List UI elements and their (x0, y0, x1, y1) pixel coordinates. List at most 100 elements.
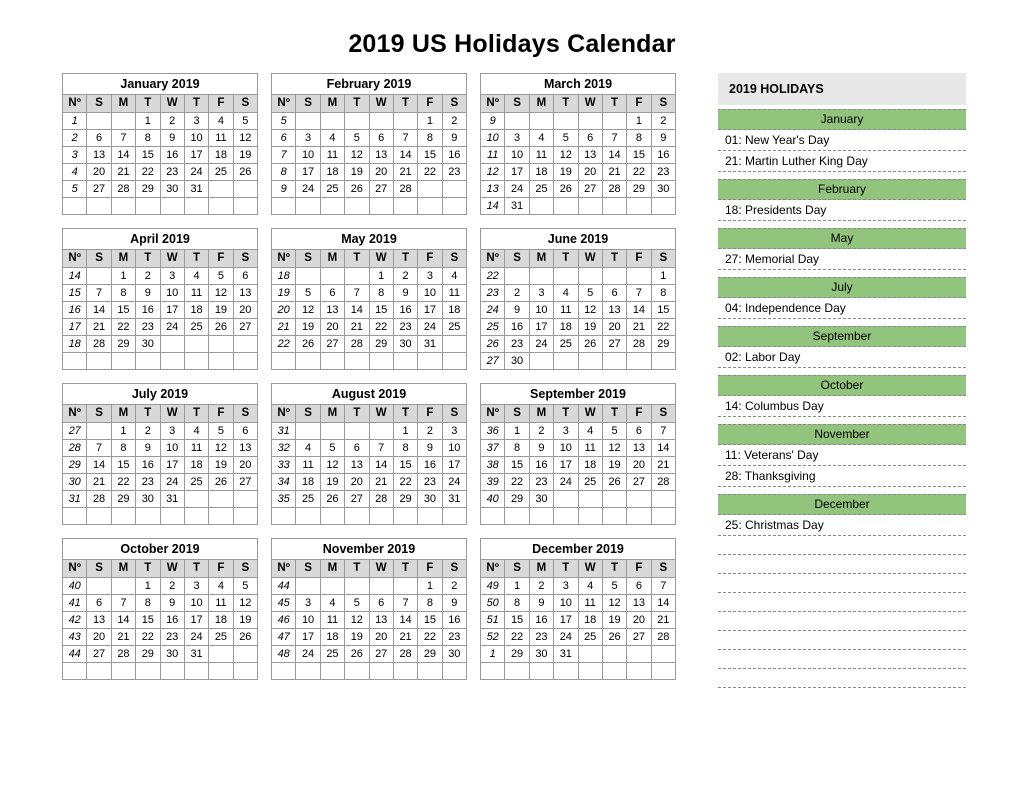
weekday-header: T (183, 94, 210, 113)
day-cell (601, 352, 628, 370)
day-cell (295, 267, 321, 285)
day-cell: 21 (344, 318, 370, 336)
week-number-cell (479, 507, 506, 525)
week-row: 4 20 21 22 23 24 25 26 (61, 163, 259, 181)
day-cell: 18 (295, 473, 321, 491)
week-number-cell (270, 507, 297, 525)
weekday-header: M (319, 94, 346, 113)
week-row: 28 7 8 9 10 11 12 13 (61, 439, 259, 457)
day-cell: 30 (135, 335, 161, 353)
week-row: 47 17 18 19 20 21 22 23 (270, 628, 468, 646)
day-cell: 19 (553, 163, 579, 181)
week-row: 23 2 3 4 5 6 7 8 (479, 284, 677, 302)
day-cell (626, 490, 652, 508)
weekday-header: S (295, 559, 321, 578)
day-cell: 4 (577, 577, 603, 595)
week-row (479, 662, 677, 680)
week-number-cell: 23 (479, 284, 506, 302)
day-cell (110, 197, 137, 215)
week-number-cell: 43 (61, 628, 88, 646)
day-cell (441, 335, 468, 353)
day-cell: 5 (601, 577, 628, 595)
weekday-header: F (626, 94, 652, 113)
month-table: May 2019 Nº S M T W T F S 18 1 2 3 4 19 5 6 7 8 9 10 11 20 12 13… (270, 228, 468, 370)
week-number-cell: 25 (479, 318, 506, 336)
day-cell (208, 645, 234, 663)
day-cell (417, 352, 443, 370)
day-cell (86, 197, 112, 215)
day-cell: 19 (601, 611, 628, 629)
day-cell (159, 662, 185, 680)
day-cell: 17 (504, 163, 530, 181)
day-cell: 17 (528, 318, 555, 336)
day-cell (208, 180, 234, 198)
weekday-header: T (392, 94, 419, 113)
week-row: 49 1 2 3 4 5 6 7 (479, 577, 677, 595)
weekday-header: T (183, 404, 210, 423)
day-cell: 11 (208, 129, 234, 147)
weekday-header: F (417, 404, 443, 423)
day-cell: 7 (650, 422, 677, 440)
day-cell: 30 (441, 645, 468, 663)
holiday-blank-row (718, 593, 966, 612)
day-cell: 15 (417, 146, 443, 164)
day-cell: 7 (86, 284, 112, 302)
day-cell: 4 (183, 267, 210, 285)
week-number-cell: 11 (479, 146, 506, 164)
month-block: June 2019 Nº S M T W T F S 22 1 23 2 3 4 5 6 7 8 24 9 10 11 12 1… (479, 228, 677, 370)
week-number-cell: 28 (61, 439, 88, 457)
week-number-cell: 1 (61, 112, 88, 130)
day-cell: 2 (135, 422, 161, 440)
day-cell (528, 197, 555, 215)
day-cell: 12 (319, 456, 346, 474)
week-row: 31 1 2 3 (270, 422, 468, 440)
day-cell-holiday: 1 (135, 112, 161, 130)
weekday-header: T (601, 559, 628, 578)
weekday-header: T (183, 559, 210, 578)
day-cell: 13 (577, 146, 603, 164)
day-cell: 17 (295, 628, 321, 646)
day-cell (344, 352, 370, 370)
holiday-blank-row (718, 631, 966, 650)
day-cell (392, 577, 419, 595)
month-block: January 2019 Nº S M T W T F S 1 1 2 3 4 5 2 6 7 8 9 10 11 12 3 1… (61, 73, 259, 215)
day-cell (504, 112, 530, 130)
month-title: October 2019 (62, 538, 258, 560)
day-cell: 1 (650, 267, 677, 285)
week-number-cell: 29 (61, 456, 88, 474)
week-row: 13 24 25 26 27 28 29 30 (479, 180, 677, 198)
weekday-header: S (504, 404, 530, 423)
weekday-header: S (232, 559, 259, 578)
day-cell: 4 (208, 112, 234, 130)
weekday-header: S (441, 94, 468, 113)
weekday-header: S (504, 559, 530, 578)
week-row: 38 15 16 17 18 19 20 21 (479, 456, 677, 474)
day-cell (601, 112, 628, 130)
day-cell (135, 507, 161, 525)
weekday-header: T (601, 94, 628, 113)
month-title: December 2019 (480, 538, 676, 560)
weekday-header: S (441, 404, 468, 423)
week-number-cell: 51 (479, 611, 506, 629)
day-cell: 6 (232, 267, 259, 285)
day-cell: 20 (626, 611, 652, 629)
day-cell: 25 (208, 628, 234, 646)
day-cell: 30 (528, 490, 555, 508)
day-cell: 4 (441, 267, 468, 285)
week-number-cell: 30 (61, 473, 88, 491)
week-row: 35 25 26 27 28 29 30 31 (270, 490, 468, 508)
day-cell: 18 (319, 628, 346, 646)
day-cell: 29 (504, 645, 530, 663)
day-cell: 9 (135, 284, 161, 302)
week-row (270, 507, 468, 525)
weekday-header: M (110, 559, 137, 578)
week-number-header: Nº (270, 404, 297, 423)
day-cell: 19 (208, 301, 234, 319)
weekday-header: S (86, 404, 112, 423)
day-cell: 5 (208, 422, 234, 440)
day-cell (417, 180, 443, 198)
day-cell: 25 (319, 180, 346, 198)
day-cell: 24 (183, 628, 210, 646)
month-table: October 2019 Nº S M T W T F S 40 1 2 3 4 5 41 6 7 8 9 10 11 12… (61, 538, 259, 680)
day-cell (86, 577, 112, 595)
